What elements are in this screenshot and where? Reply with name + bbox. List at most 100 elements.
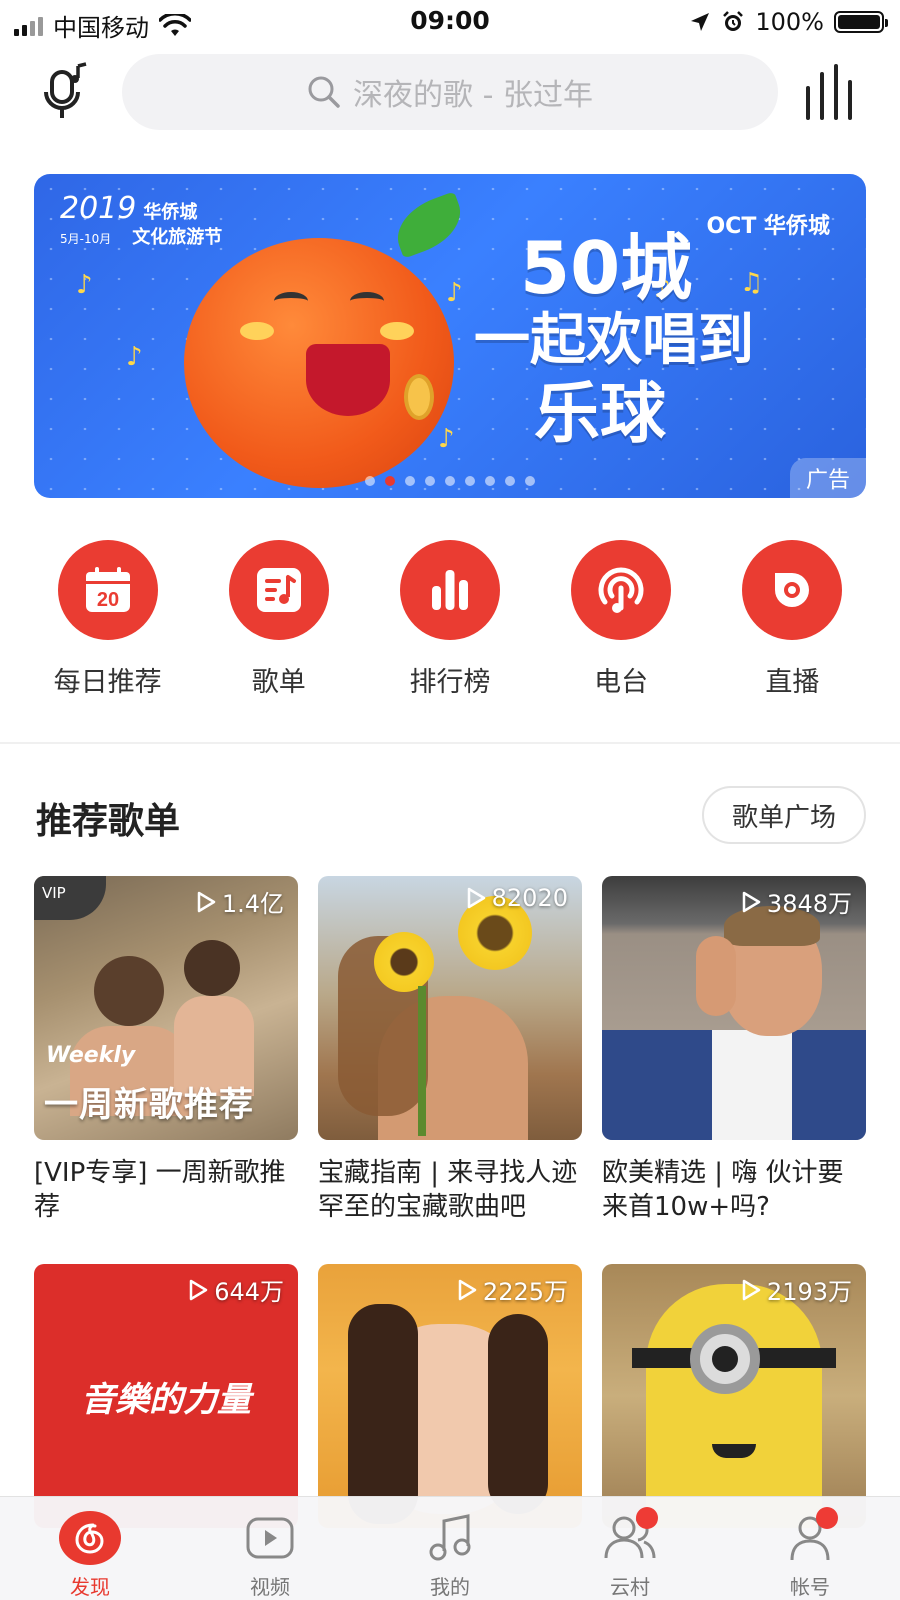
shortcut-playlist-circle — [228, 540, 329, 640]
section-title: 推荐歌单 — [36, 801, 181, 842]
shortcut-daily-circle: 20 — [57, 540, 158, 640]
playlist-title[interactable]: 欧美精选 | 嗨 伙计要来首10w+吗? — [602, 1156, 866, 1224]
video-play-icon — [239, 1511, 301, 1565]
banner-dot[interactable] — [485, 476, 495, 486]
shortcut-radio[interactable]: 电台 — [541, 540, 701, 700]
playlist-square-button[interactable]: 歌单广场 — [702, 786, 866, 844]
playlist-title[interactable]: 宝藏指南 | 来寻找人迹罕至的宝藏歌曲吧 — [318, 1156, 582, 1224]
shortcut-label: 每日推荐 — [53, 667, 162, 698]
playlist-icon — [256, 568, 301, 612]
banner-event-logo: 2019 华侨城 5月-10月 文化旅游节 — [60, 191, 223, 248]
play-count-value: 2193万 — [766, 1278, 852, 1306]
playlist-cover[interactable]: 82020 — [318, 876, 582, 1140]
top-header: 深夜的歌 - 张过年 — [0, 44, 900, 144]
search-placeholder: 深夜的歌 - 张过年 — [353, 78, 593, 113]
tab-mine[interactable]: 我的 — [360, 1497, 540, 1600]
tab-video[interactable]: 视频 — [180, 1497, 360, 1600]
playlist-cover[interactable]: 644万 音樂的力量 — [34, 1264, 298, 1528]
status-bar: 中国移动 09:00 100% — [0, 0, 900, 44]
tab-discover[interactable]: 发现 — [0, 1497, 180, 1600]
music-note-icon: ♪ — [438, 424, 455, 454]
mascot-eye-left — [274, 292, 308, 310]
shortcut-label: 电台 — [594, 667, 649, 698]
minion-eye — [712, 1346, 738, 1372]
tab-label: 视频 — [250, 1575, 290, 1599]
cover-figure-head — [94, 956, 164, 1026]
playlist-card[interactable]: 644万 音樂的力量 — [34, 1264, 298, 1528]
music-note-icon — [419, 1511, 481, 1565]
cover-text-weekly: Weekly — [46, 1043, 136, 1068]
playlist-cover[interactable]: VIP 1.4亿 Weekly 一周新歌推荐 — [34, 876, 298, 1140]
tab-label: 发现 — [70, 1575, 110, 1599]
shortcut-label: 排行榜 — [409, 667, 491, 698]
banner-dot[interactable] — [465, 476, 475, 486]
play-count: 82020 — [466, 884, 568, 912]
tab-account[interactable]: 帐号 — [720, 1497, 900, 1600]
play-count: 644万 — [188, 1272, 284, 1307]
shortcut-label: 歌单 — [251, 667, 306, 698]
svg-text:20: 20 — [96, 589, 118, 611]
mic-note-icon[interactable] — [38, 62, 94, 122]
cover-hair — [488, 1314, 548, 1514]
shortcut-row: 20 每日推荐 歌单 排行榜 电台 直播 — [0, 540, 900, 700]
playlist-cover[interactable]: 2225万 — [318, 1264, 582, 1528]
cover-figure-head — [184, 940, 240, 996]
notification-dot — [636, 1507, 658, 1529]
banner-headline-line3: 乐球 — [534, 375, 666, 452]
play-count-value: 644万 — [214, 1278, 284, 1306]
battery-icon — [834, 11, 888, 33]
banner-dot[interactable] — [445, 476, 455, 486]
shortcut-radio-circle — [571, 540, 672, 640]
music-note-icon: ♪ — [126, 342, 143, 372]
playlist-card[interactable]: 2193万 — [602, 1264, 866, 1528]
promo-banner[interactable]: 2019 华侨城 5月-10月 文化旅游节 OCT 华侨城 ♪ ♪ ♪ ♪ ♫ … — [34, 174, 866, 498]
notification-dot — [816, 1507, 838, 1529]
alarm-icon — [723, 11, 744, 31]
playlist-cover[interactable]: 3848万 — [602, 876, 866, 1140]
playlist-card[interactable]: 3848万 欧美精选 | 嗨 伙计要来首10w+吗? — [602, 876, 866, 1224]
shortcut-label: 直播 — [765, 667, 820, 698]
shortcut-live[interactable]: 直播 — [712, 540, 872, 700]
banner-dot[interactable] — [525, 476, 535, 486]
search-input[interactable]: 深夜的歌 - 张过年 — [122, 54, 778, 130]
play-count-icon — [458, 1279, 477, 1300]
play-count: 3848万 — [741, 884, 852, 919]
status-right: 100% — [689, 8, 888, 36]
banner-dot[interactable] — [365, 476, 375, 486]
play-count-icon — [189, 1279, 208, 1300]
playlist-card[interactable]: 2225万 — [318, 1264, 582, 1528]
play-count-value: 2225万 — [482, 1278, 568, 1306]
music-note-icon: ♪ — [76, 270, 93, 300]
sunflower-stem — [418, 986, 426, 1136]
banner-dot[interactable] — [405, 476, 415, 486]
banner-dot[interactable] — [505, 476, 515, 486]
banner-headline-line1: 50城 — [520, 226, 693, 310]
play-count: 1.4亿 — [196, 884, 284, 919]
playlist-row: 644万 音樂的力量 2225万 2193万 — [34, 1264, 866, 1528]
banner-headline-line2: 一起欢唱到 — [474, 308, 754, 373]
shortcut-daily[interactable]: 20 每日推荐 — [28, 540, 188, 700]
tab-community[interactable]: 云村 — [540, 1497, 720, 1600]
play-count-value: 3848万 — [766, 890, 852, 918]
calendar-icon: 20 — [85, 567, 130, 612]
tab-label: 云村 — [610, 1575, 650, 1599]
cover-text-title: 音樂的力量 — [81, 1380, 251, 1420]
banner-pagination[interactable] — [34, 476, 866, 486]
location-arrow-icon — [691, 13, 710, 31]
playlist-card[interactable]: 82020 宝藏指南 | 来寻找人迹罕至的宝藏歌曲吧 — [318, 876, 582, 1224]
banner-dot[interactable] — [385, 476, 395, 486]
banner-dot[interactable] — [425, 476, 435, 486]
equalizer-icon[interactable] — [806, 64, 858, 120]
playlist-title[interactable]: [VIP专享] 一周新歌推荐 — [34, 1156, 298, 1224]
shortcut-playlist[interactable]: 歌单 — [199, 540, 359, 700]
banner-headline: 50城 一起欢唱到 乐球 — [474, 228, 754, 454]
music-note-icon: ♪ — [446, 278, 463, 308]
play-count: 2193万 — [741, 1272, 852, 1307]
ad-tag: 广告 — [790, 458, 866, 498]
playlist-card[interactable]: VIP 1.4亿 Weekly 一周新歌推荐 [VIP专享] 一周新歌推荐 — [34, 876, 298, 1224]
play-count: 2225万 — [457, 1272, 568, 1307]
mascot-cheek-left — [240, 322, 274, 340]
playlist-cover[interactable]: 2193万 — [602, 1264, 866, 1528]
play-count-icon — [197, 891, 216, 912]
shortcut-charts[interactable]: 排行榜 — [370, 540, 530, 700]
